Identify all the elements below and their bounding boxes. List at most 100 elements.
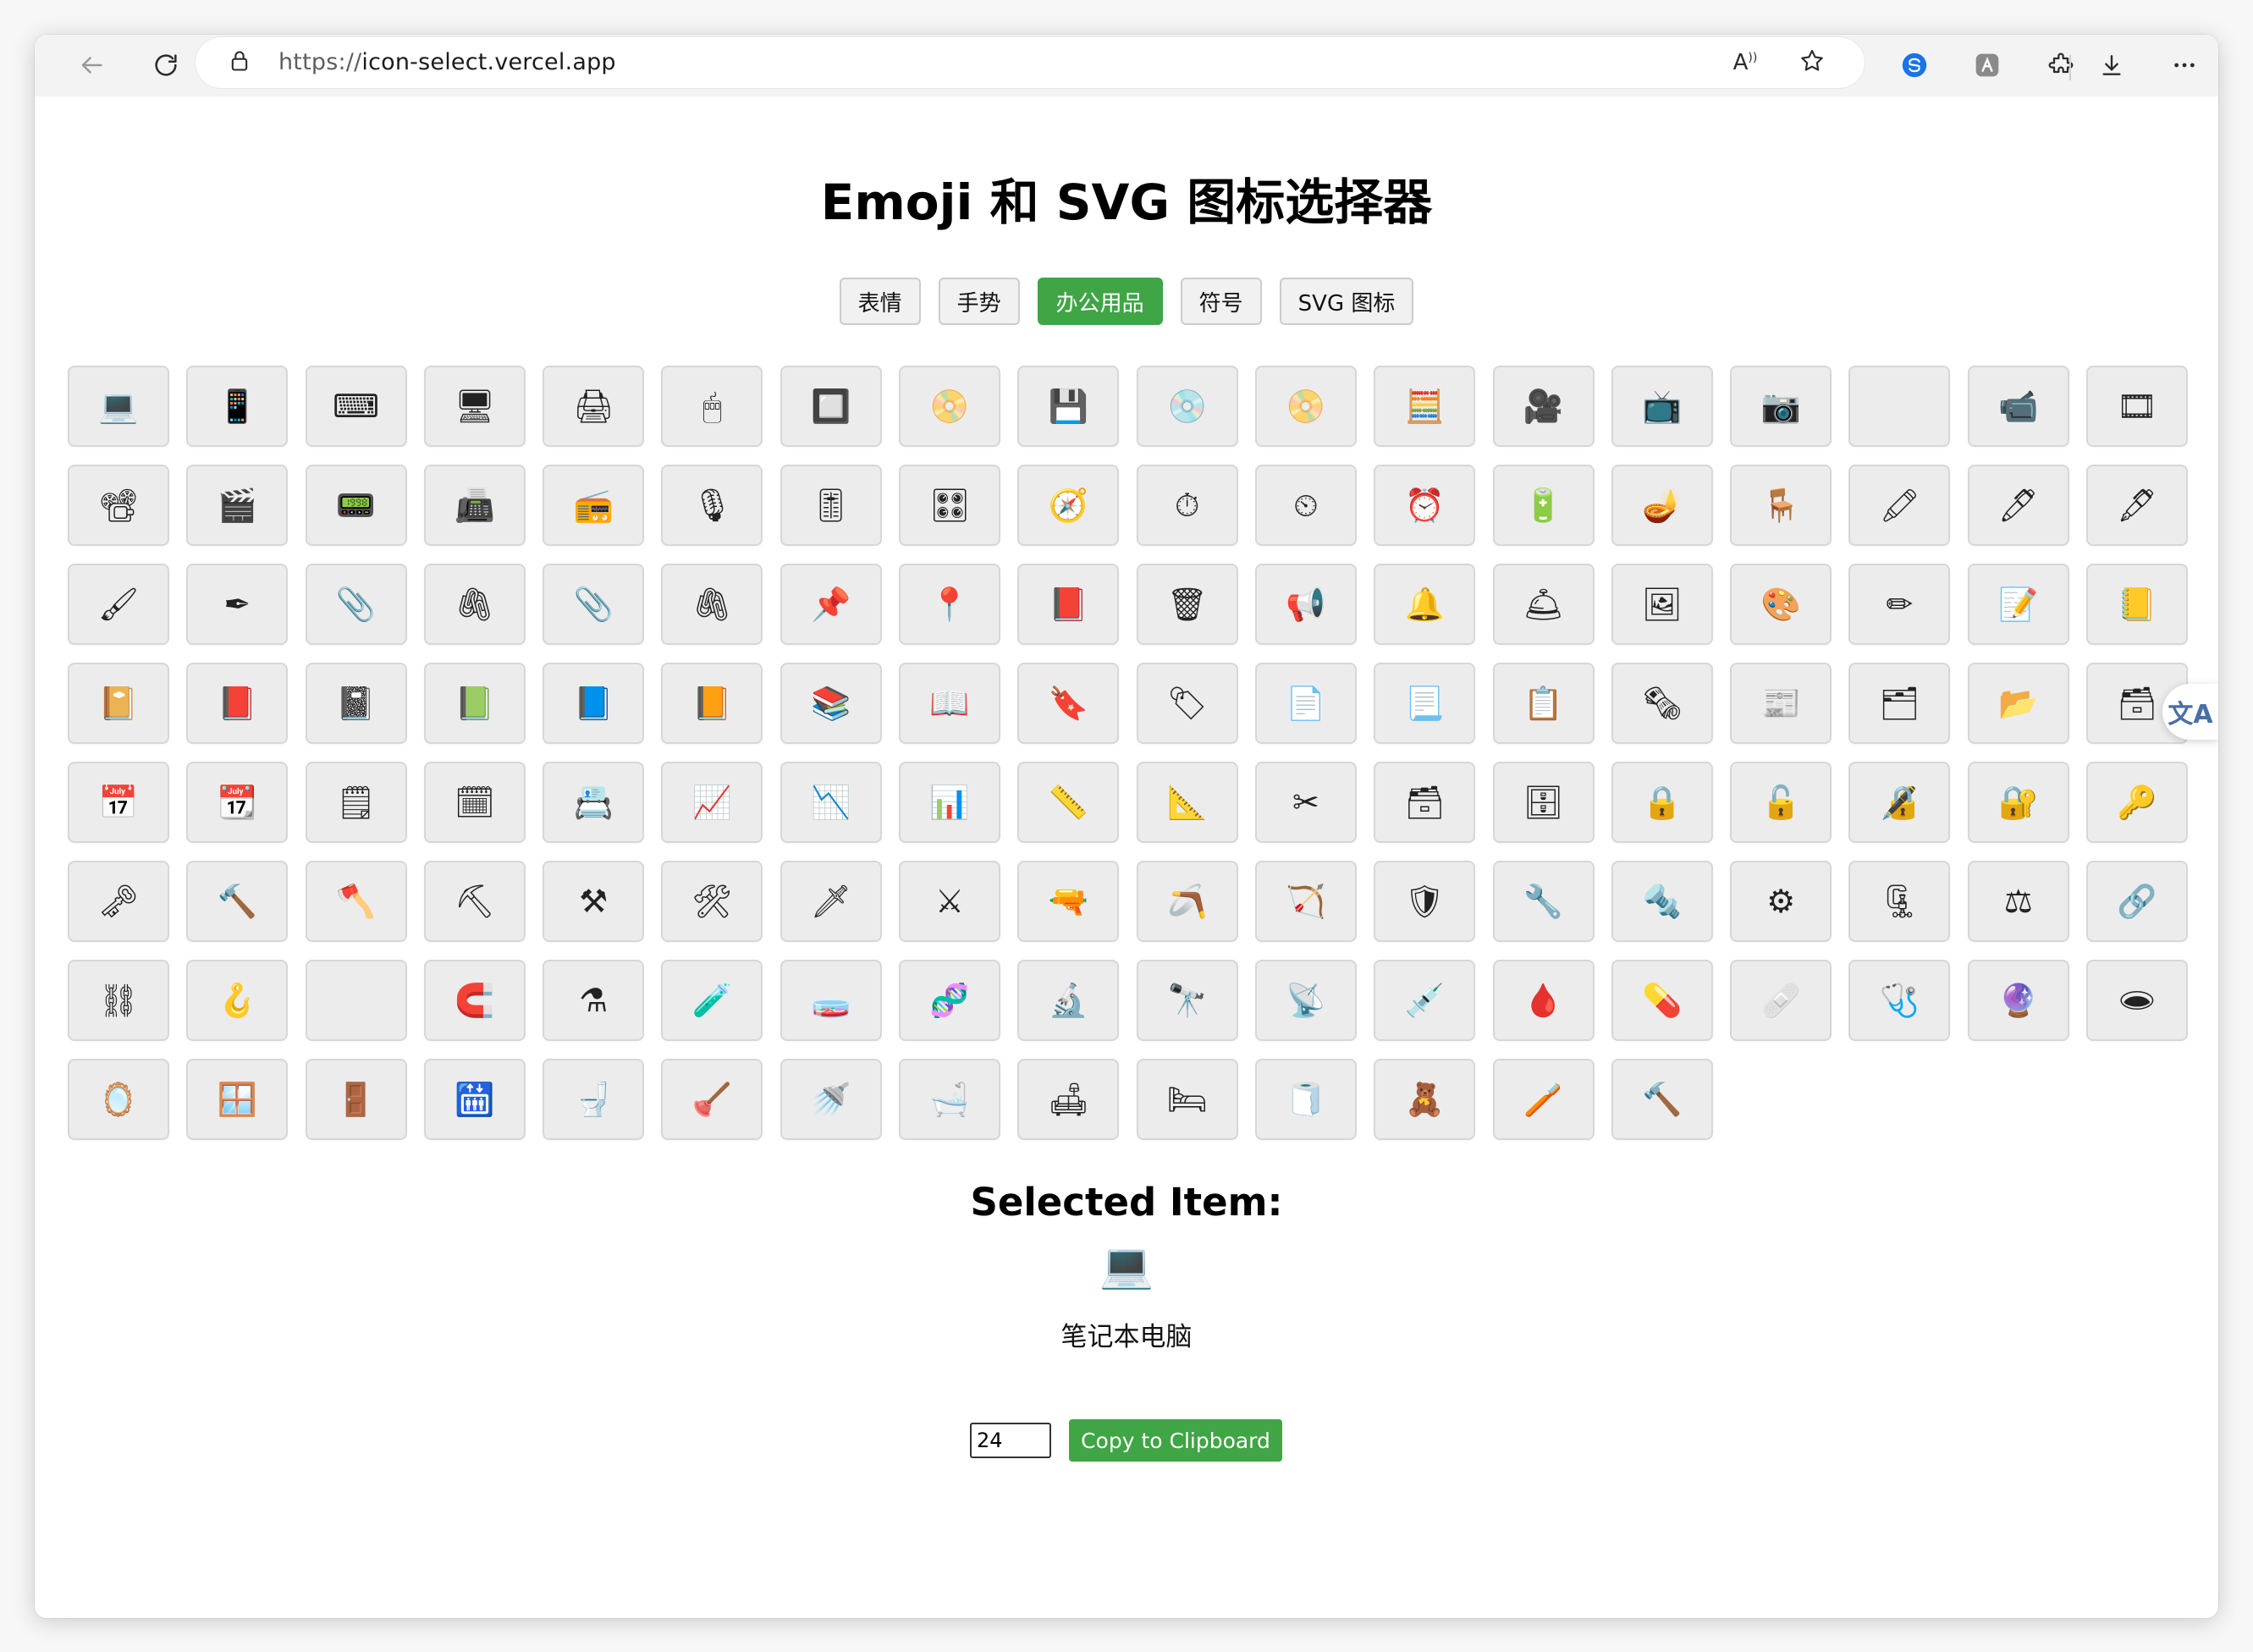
icon-cell[interactable]: 📂 [1967,663,2069,744]
read-aloud-button[interactable]: A)) [1728,46,1762,80]
icon-cell[interactable]: 📡 [1254,960,1357,1041]
icon-cell[interactable]: 🪑 [1730,465,1832,546]
icon-cell[interactable]: 📟 [305,465,407,546]
icon-cell[interactable]: 🗜 [1848,861,1951,942]
icon-cell[interactable]: 📚 [779,663,882,744]
icon-cell[interactable]: 🔧 [1492,861,1595,942]
icon-cell[interactable]: 🛁 [899,1059,1001,1140]
icon-cell[interactable]: 📢 [1254,564,1357,645]
icon-cell[interactable]: 🧲 [423,960,526,1041]
icon-cell[interactable]: 🗡 [779,861,882,942]
icon-cell[interactable]: 🪓 [305,861,407,942]
icon-cell[interactable]: 📝 [1967,564,2069,645]
icon-cell[interactable]: 🔔 [1374,564,1476,645]
icon-cell[interactable]: 📀 [1254,366,1357,447]
icon-cell[interactable]: 🗑 [1136,564,1238,645]
icon-cell[interactable] [305,960,407,1041]
icon-cell[interactable]: 🛎 [1492,564,1595,645]
icon-cell[interactable]: 🛏 [1136,1059,1238,1140]
icon-cell[interactable]: 📕 [186,663,289,744]
icon-cell[interactable]: 🎙 [661,465,763,546]
icon-cell[interactable]: ⏰ [1374,465,1476,546]
icon-cell[interactable]: 📺 [1611,366,1713,447]
icon-cell[interactable]: 📎 [305,564,407,645]
icon-cell[interactable]: ⚒ [543,861,645,942]
icon-cell[interactable]: 📗 [423,663,526,744]
icon-cell[interactable]: 🖊 [1967,465,2069,546]
icon-cell[interactable]: 🖇 [423,564,526,645]
icon-cell[interactable]: 🪝 [186,960,289,1041]
address-bar[interactable]: https://icon-select.vercel.app A)) [196,37,1865,88]
icon-cell[interactable]: ⌨ [305,366,407,447]
icon-cell[interactable]: 🧻 [1254,1059,1357,1140]
icon-cell[interactable]: 🪥 [1492,1059,1595,1140]
category-tab[interactable]: 表情 [839,278,921,325]
category-tab[interactable]: SVG 图标 [1279,278,1414,325]
icon-cell[interactable]: ⚖ [1967,861,2069,942]
size-input[interactable] [970,1423,1051,1458]
icon-cell[interactable]: 📇 [543,762,645,843]
icon-cell[interactable]: 📍 [899,564,1001,645]
icon-cell[interactable]: ⏱ [1136,465,1238,546]
icon-cell[interactable]: 📉 [779,762,882,843]
back-button[interactable] [71,47,112,87]
icon-cell[interactable]: 💉 [1374,960,1476,1041]
icon-cell[interactable]: 🔩 [1611,861,1713,942]
icon-cell[interactable]: 🛡 [1374,861,1476,942]
icon-cell[interactable]: 💊 [1611,960,1713,1041]
icon-cell[interactable]: 🔏 [1848,762,1951,843]
category-tab[interactable]: 手势 [938,278,1020,325]
icon-cell[interactable]: ✂ [1254,762,1357,843]
icon-cell[interactable]: 📖 [899,663,1001,744]
icon-cell[interactable]: ⏲ [1254,465,1357,546]
extension-button-1[interactable] [1894,47,1935,87]
category-tab[interactable]: 符号 [1180,278,1262,325]
icon-cell[interactable]: 🪟 [186,1059,289,1140]
icon-cell[interactable]: 🔨 [1611,1059,1713,1140]
icon-cell[interactable]: 📻 [543,465,645,546]
icon-cell[interactable]: 🧪 [661,960,763,1041]
icon-cell[interactable]: 🔗 [2086,861,2189,942]
extensions-button[interactable] [2041,47,2081,87]
icon-cell[interactable]: 🩸 [1492,960,1595,1041]
icon-cell[interactable]: 🏹 [1254,861,1357,942]
icon-cell[interactable]: ⚔ [899,861,1001,942]
icon-cell[interactable]: 🩺 [1848,960,1951,1041]
icon-cell[interactable]: 📒 [2086,564,2189,645]
icon-cell[interactable]: 🛠 [661,861,763,942]
icon-cell[interactable]: 🎛 [899,465,1001,546]
icon-cell[interactable]: 🖌 [68,564,169,645]
icon-cell[interactable]: 🔨 [186,861,289,942]
icon-cell[interactable]: 📕 [1017,564,1120,645]
icon-cell[interactable]: 🪔 [1611,465,1713,546]
icon-cell[interactable]: 🎥 [1492,366,1595,447]
icon-cell[interactable]: 📓 [305,663,407,744]
icon-cell[interactable]: 🧫 [779,960,882,1041]
icon-cell[interactable]: 🎚 [779,465,882,546]
icon-cell[interactable]: 🔬 [1017,960,1120,1041]
icon-cell[interactable]: ⛏ [423,861,526,942]
icon-cell[interactable]: 🪃 [1136,861,1238,942]
site-info-button[interactable] [223,46,256,80]
settings-menu-button[interactable] [2164,47,2205,87]
icon-cell[interactable]: 🪠 [661,1059,763,1140]
icon-cell[interactable]: ⚙ [1730,861,1832,942]
icon-cell[interactable]: 🔫 [1017,861,1120,942]
icon-cell[interactable]: 📠 [423,465,526,546]
icon-cell[interactable]: ⚗ [543,960,645,1041]
url-text[interactable]: https://icon-select.vercel.app [278,49,616,75]
icon-cell[interactable]: 📆 [186,762,289,843]
icon-cell[interactable]: 🔲 [779,366,882,447]
icon-cell[interactable]: 📘 [543,663,645,744]
icon-cell[interactable]: 🔮 [1967,960,2069,1041]
icon-cell[interactable]: 🏷 [1136,663,1238,744]
icon-cell[interactable]: 📽 [68,465,169,546]
copy-to-clipboard-button[interactable]: Copy to Clipboard [1069,1419,1282,1462]
icon-cell[interactable]: 📊 [899,762,1001,843]
icon-cell[interactable]: 🚿 [779,1059,882,1140]
icon-cell[interactable]: 🪞 [68,1059,169,1140]
icon-cell[interactable]: 🗓 [423,762,526,843]
icon-cell[interactable]: 🔋 [1492,465,1595,546]
icon-cell[interactable]: 🗒 [305,762,407,843]
icon-cell[interactable]: 📀 [899,366,1001,447]
